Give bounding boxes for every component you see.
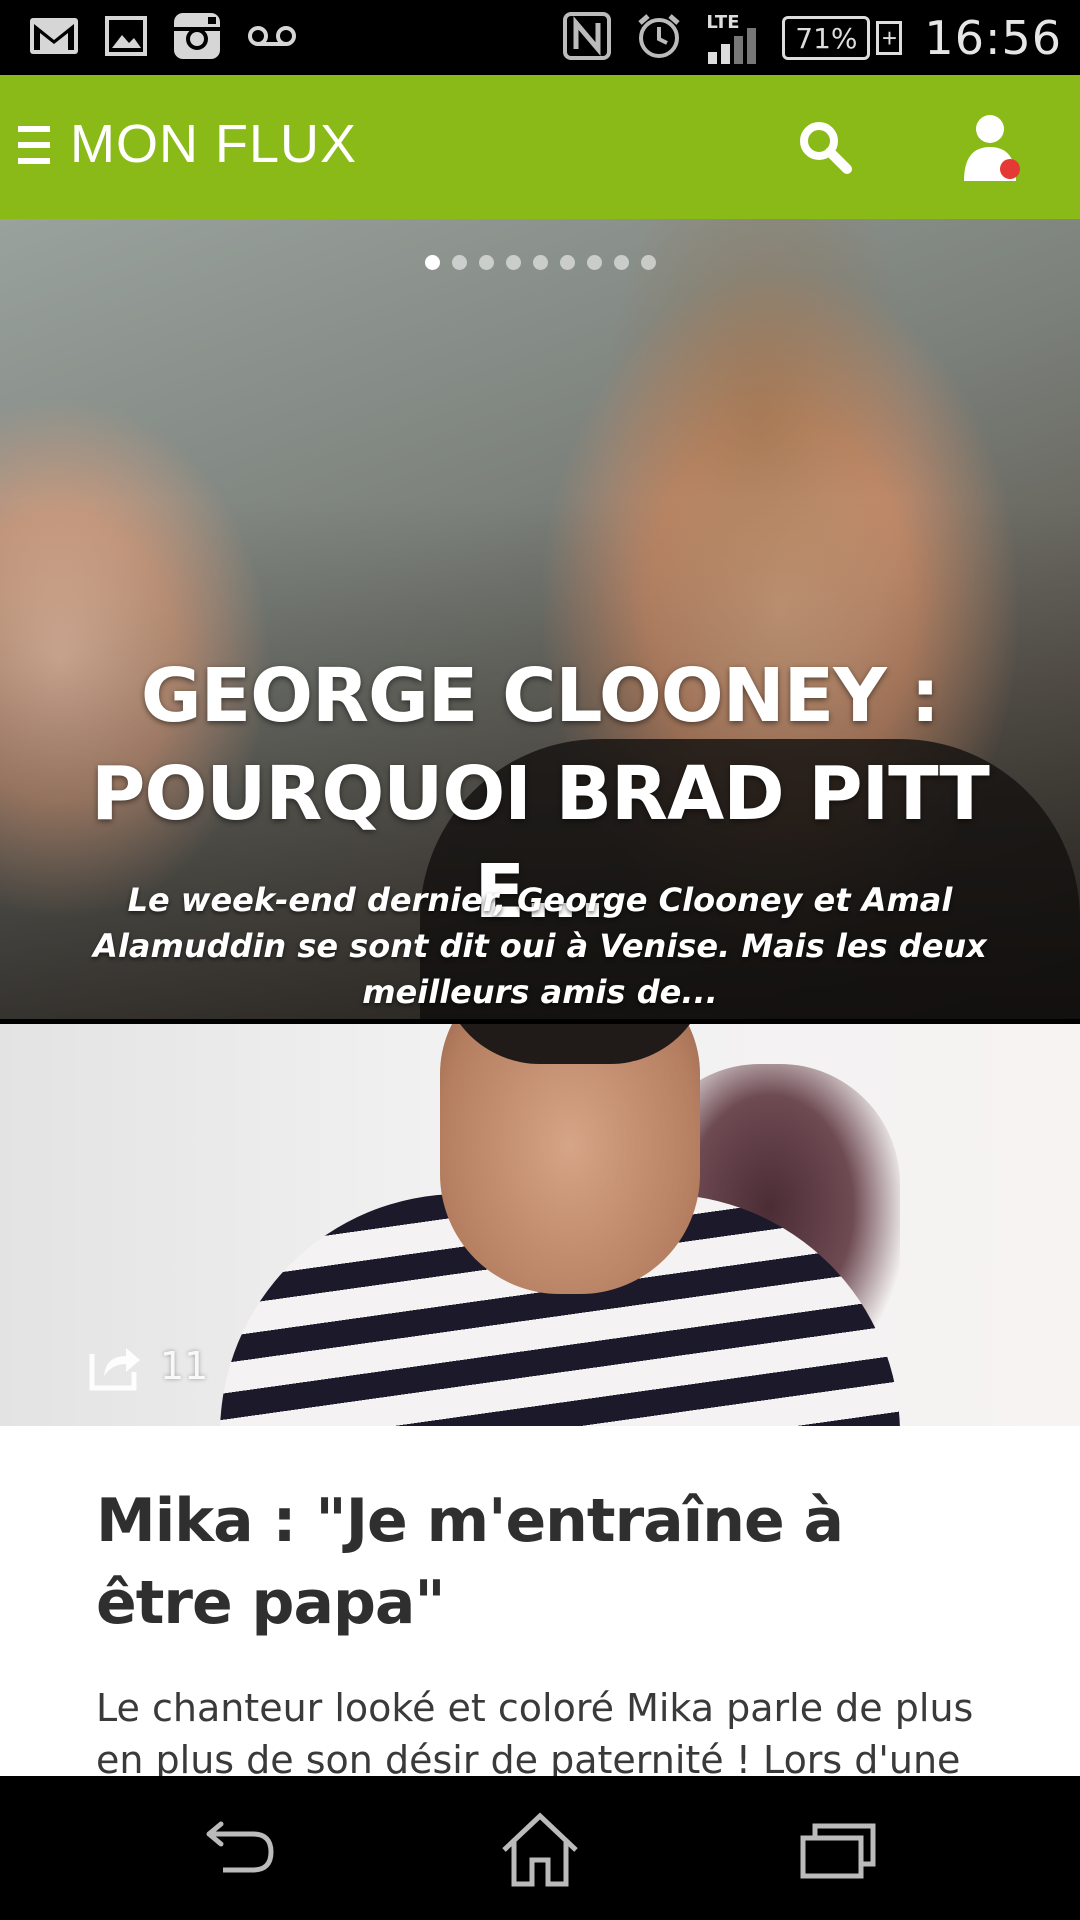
carousel-dot[interactable] xyxy=(478,255,494,270)
share-count: 11 xyxy=(160,1344,209,1388)
home-button[interactable] xyxy=(495,1812,585,1888)
voicemail-icon xyxy=(246,24,298,53)
back-icon xyxy=(206,1821,274,1873)
article-image[interactable]: 11 xyxy=(0,1024,1080,1426)
share-icon xyxy=(89,1348,140,1391)
battery-indicator: 71% + xyxy=(782,16,903,60)
carousel-dot[interactable] xyxy=(613,255,629,270)
carousel-dot[interactable] xyxy=(586,255,602,270)
top-app-bar: MON FLUX xyxy=(0,75,1080,219)
home-icon xyxy=(502,1812,578,1887)
hero-carousel[interactable]: GEORGE CLOONEY : POURQUOI BRAD PITT E...… xyxy=(0,219,1080,1019)
search-button[interactable] xyxy=(795,117,855,177)
system-navigation-bar xyxy=(0,1776,1080,1920)
back-button[interactable] xyxy=(196,1812,286,1888)
instagram-icon xyxy=(172,11,222,66)
search-icon xyxy=(800,122,852,174)
lte-signal-icon: LTE xyxy=(706,12,760,64)
recent-apps-icon xyxy=(800,1823,876,1879)
menu-icon[interactable] xyxy=(18,126,50,164)
carousel-dot[interactable] xyxy=(559,255,575,270)
user-icon xyxy=(964,115,1020,181)
nfc-icon xyxy=(562,11,612,66)
battery-level: 71% xyxy=(782,16,871,60)
alarm-icon xyxy=(634,11,684,66)
gallery-icon xyxy=(104,15,148,62)
carousel-dot[interactable] xyxy=(451,255,467,270)
page-title[interactable]: MON FLUX xyxy=(70,113,357,175)
article-excerpt: Le chanteur looké et coloré Mika parle d… xyxy=(96,1686,974,1776)
article-card[interactable]: Mika : "Je m'entraîne à être papa" Le ch… xyxy=(0,1426,1080,1776)
carousel-dot[interactable] xyxy=(640,255,656,270)
hero-subtitle[interactable]: Le week-end dernier, George Clooney et A… xyxy=(50,877,1030,1015)
account-button[interactable] xyxy=(960,111,1026,183)
status-bar: LTE 71% + 16:56 xyxy=(0,0,1080,75)
notification-dot xyxy=(1000,159,1020,179)
article-title[interactable]: Mika : "Je m'entraîne à être papa" xyxy=(96,1480,996,1644)
recent-apps-button[interactable] xyxy=(794,1812,884,1888)
carousel-pagination xyxy=(0,255,1080,270)
carousel-dot[interactable] xyxy=(505,255,521,270)
battery-charging-icon: + xyxy=(876,21,903,55)
clock: 16:56 xyxy=(924,11,1062,65)
carousel-dot[interactable] xyxy=(424,255,440,270)
share-button[interactable]: 11 xyxy=(86,1340,208,1392)
gmail-icon xyxy=(28,16,80,61)
carousel-dot[interactable] xyxy=(532,255,548,270)
